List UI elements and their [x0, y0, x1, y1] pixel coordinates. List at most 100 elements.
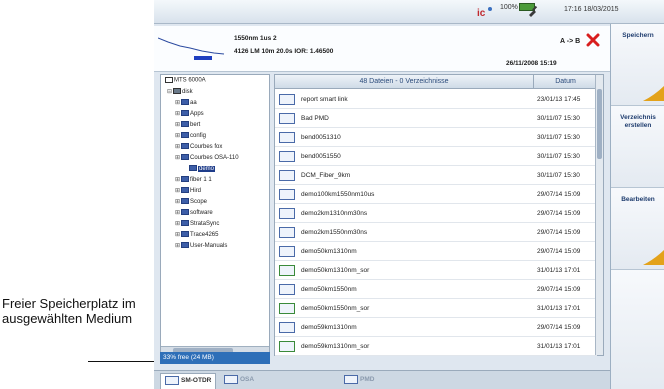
- trace-file-icon: [279, 246, 295, 257]
- tree-folder-item[interactable]: ⊞ Scope: [175, 198, 207, 209]
- edit-button[interactable]: Bearbeiten: [611, 188, 664, 270]
- file-row[interactable]: demo2km1310nm30ns 29/07/14 15:09: [275, 205, 597, 223]
- folder-icon: [181, 143, 189, 150]
- file-date: 30/11/07 15:30: [537, 115, 580, 122]
- file-date: 29/07/14 15:09: [537, 210, 581, 217]
- tree-folder-item[interactable]: ⊞ Courbes fox: [175, 143, 222, 154]
- file-date: 29/07/14 15:09: [537, 286, 581, 293]
- file-row[interactable]: demo2km1550nm30ns 29/07/14 15:09: [275, 224, 597, 242]
- folder-icon: [181, 242, 189, 249]
- file-name: bend0051310: [301, 134, 341, 141]
- file-name: demo59km1310nm: [301, 324, 357, 331]
- trace-file-icon: [279, 170, 295, 181]
- tab-osa-label: OSA: [240, 376, 255, 384]
- file-row[interactable]: demo50km1310nm 29/07/14 15:09: [275, 243, 597, 261]
- file-name: demo50km1550nm: [301, 286, 357, 293]
- tree-folder-item[interactable]: ⊞ bert: [175, 121, 200, 132]
- tree-root[interactable]: MTS 6000A: [165, 77, 206, 88]
- tree-folder-item[interactable]: ⊞ aa: [175, 99, 197, 110]
- device-icon: [165, 77, 173, 83]
- trace-file-icon: [279, 265, 295, 276]
- file-row[interactable]: bend0051310 30/11/07 15:30: [275, 129, 597, 147]
- tree-folder-item[interactable]: ⊞ config: [175, 132, 206, 143]
- file-row[interactable]: demo59km1310nm 29/07/14 15:09: [275, 319, 597, 337]
- column-header-name[interactable]: 48 Dateien - 0 Verzeichnisse: [275, 78, 533, 85]
- osa-spectrum-icon: [224, 375, 238, 384]
- file-list[interactable]: 48 Dateien - 0 Verzeichnisse Datum repor…: [274, 74, 604, 356]
- save-button[interactable]: Speichern: [611, 24, 664, 106]
- file-list-scrollbar[interactable]: [595, 75, 603, 355]
- trace-params-line2: 4126 LM 10m 20.0s IOR: 1.46500: [234, 48, 334, 55]
- tree-folder-label: fiber 1 1: [190, 177, 212, 183]
- column-header-date[interactable]: Datum: [533, 75, 597, 89]
- instrument-screen: ic 100% 17:16 18/03/2015 1550nm 1us 2 41…: [154, 0, 664, 389]
- tree-folder-item[interactable]: ⊞ StrataSync: [175, 220, 219, 231]
- tab-osa[interactable]: OSA: [220, 373, 258, 389]
- tab-pmd[interactable]: PMD: [340, 373, 378, 389]
- svg-text:ic: ic: [477, 8, 486, 19]
- tree-folder-item[interactable]: ⊞ Hird: [175, 187, 201, 198]
- close-icon[interactable]: [586, 33, 600, 47]
- folder-icon: [181, 154, 189, 161]
- folder-icon: [181, 132, 189, 139]
- file-name: demo50km1310nm_sor: [301, 267, 370, 274]
- trace-file-icon: [279, 303, 295, 314]
- file-row[interactable]: demo50km1550nm 29/07/14 15:09: [275, 281, 597, 299]
- file-date: 29/07/14 15:09: [537, 324, 581, 331]
- tab-sm-otdr-label: SM-OTDR: [181, 377, 212, 385]
- create-directory-button[interactable]: Verzeichnis erstellen: [611, 106, 664, 188]
- file-name: bend0051550: [301, 153, 341, 160]
- file-row[interactable]: demo100km1550nm10us 29/07/14 15:09: [275, 186, 597, 204]
- trace-file-icon: [279, 322, 295, 333]
- ab-direction: A -> B: [560, 38, 581, 45]
- file-date: 29/07/14 15:09: [537, 248, 581, 255]
- file-name: DCM_Fiber_9km: [301, 172, 351, 179]
- file-date: 30/11/07 15:30: [537, 134, 580, 141]
- file-row[interactable]: Bad PMD 30/11/07 15:30: [275, 110, 597, 128]
- file-row[interactable]: DCM_Fiber_9km 30/11/07 15:30: [275, 167, 597, 185]
- file-row[interactable]: bend0051550 30/11/07 15:30: [275, 148, 597, 166]
- file-date: 31/01/13 17:01: [537, 343, 581, 350]
- tab-sm-otdr[interactable]: SM-OTDR: [160, 373, 217, 389]
- trace-overview[interactable]: 1550nm 1us 2 4126 LM 10m 20.0s IOR: 1.46…: [154, 26, 610, 72]
- file-name: demo2km1310nm30ns: [301, 210, 368, 217]
- tree-folder-label: aa: [190, 100, 197, 106]
- file-name: report smart link: [301, 96, 348, 103]
- tree-folder-item[interactable]: demo: [189, 165, 216, 176]
- tree-folder-item[interactable]: ⊞ Trace4265: [175, 231, 218, 242]
- bottom-tabs: SM-OTDR OSA PMD: [154, 370, 610, 389]
- file-name: demo100km1550nm10us: [301, 191, 375, 198]
- tree-folder-item[interactable]: ⊞ Courbes OSA-110: [175, 154, 239, 165]
- tree-folder-label: bert: [190, 122, 201, 128]
- function-panel: Speichern Verzeichnis erstellen Bearbeit…: [610, 24, 664, 389]
- tree-folder-item[interactable]: ⊞ fiber 1 1: [175, 176, 212, 187]
- file-date: 31/01/13 17:01: [537, 305, 581, 312]
- folder-icon: [181, 187, 189, 194]
- file-row[interactable]: demo50km1550nm_sor 31/01/13 17:01: [275, 300, 597, 318]
- tree-folder-item[interactable]: ⊞ User-Manuals: [175, 242, 227, 253]
- folder-icon: [181, 99, 189, 106]
- trace-date: 26/11/2008 15:19: [506, 60, 557, 67]
- trace-file-icon: [279, 189, 295, 200]
- file-row[interactable]: demo59km1310nm_sor 31/01/13 17:01: [275, 338, 597, 356]
- tree-disk[interactable]: ⊟ disk: [167, 88, 193, 99]
- pmd-icon: [344, 375, 358, 384]
- file-row[interactable]: demo50km1310nm_sor 31/01/13 17:01: [275, 262, 597, 280]
- file-list-scroll-thumb[interactable]: [597, 89, 602, 159]
- save-label: Speichern: [622, 32, 654, 39]
- file-row[interactable]: report smart link 23/01/13 17:45: [275, 91, 597, 109]
- tree-folder-item[interactable]: ⊞ software: [175, 209, 213, 220]
- tree-folder-label: StrataSync: [190, 221, 220, 227]
- callout-leader-line: [88, 361, 160, 362]
- disk-icon: [173, 88, 181, 95]
- folder-icon: [181, 198, 189, 205]
- folder-icon: [181, 209, 189, 216]
- file-date: 30/11/07 15:30: [537, 153, 580, 160]
- tree-folder-item[interactable]: ⊞ Apps: [175, 110, 204, 121]
- directory-tree[interactable]: MTS 6000A ⊟ disk ⊞ aa ⊞ Apps ⊞ bert ⊞ config ⊞ Cou…: [160, 74, 270, 356]
- empty-soft-key[interactable]: [611, 270, 664, 389]
- folder-icon: [189, 165, 197, 171]
- trace-file-icon: [279, 113, 295, 124]
- soft-key-arrow-icon: [643, 249, 664, 265]
- trace-file-icon: [279, 341, 295, 352]
